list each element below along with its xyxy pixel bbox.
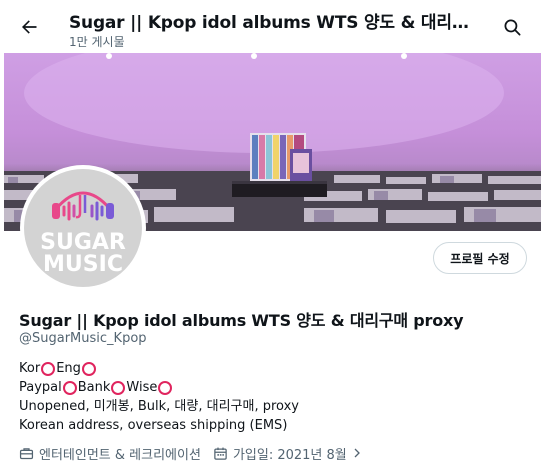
bio-text: Bank [77,380,111,395]
profile-header: Sugar || Kpop idol albums WTS 양도 & 대리구매 … [0,0,545,53]
joined-label: 가입일: 2021년 8월 [232,447,347,463]
bio-text: Wise [126,380,158,395]
circle-mark-icon [158,380,173,395]
bio-line-products: Unopened, 미개봉, Bulk, 대량, 대리구매, proxy [19,399,299,414]
avatar-image: SUGAR MUSIC [24,169,142,287]
profile-meta: 엔터테인먼트 & 레크리에이션 가입일: 2021년 8월 [19,443,380,463]
bio-line-shipping: Korean address, overseas shipping (EMS) [19,418,288,433]
profile-bio: Kor Eng Paypal Bank Wise Unopened, 미개봉, … [19,359,529,435]
briefcase-icon [19,447,34,459]
circle-mark-icon [81,361,96,376]
profile-name: Sugar || Kpop idol albums WTS 양도 & 대리구매 … [19,311,464,330]
post-count: 1만 게시물 [69,35,125,49]
edit-profile-button[interactable]: 프로필 수정 [433,242,527,274]
search-button[interactable] [497,12,527,42]
back-button[interactable] [14,12,44,42]
avatar-text-line2: MUSIC [43,252,123,277]
bio-line-languages: Kor Eng [19,359,529,378]
arrow-left-icon [22,20,37,34]
category-label: 엔터테인먼트 & 레크리에이션 [39,447,201,463]
bio-line-payment: Paypal Bank Wise [19,378,529,397]
bio-text: Eng [56,361,81,376]
joined-item[interactable]: 가입일: 2021년 8월 [213,444,368,463]
category-item: 엔터테인먼트 & 레크리에이션 [19,444,201,463]
page-title: Sugar || Kpop idol albums WTS 양도 & 대리구매 … [69,13,479,33]
calendar-icon [214,447,227,460]
profile-handle: @SugarMusic_Kpop [19,331,147,346]
chevron-right-icon [354,448,360,458]
sugar-music-logo: SUGAR MUSIC [40,191,126,277]
bio-text: Kor [19,361,41,376]
avatar[interactable]: SUGAR MUSIC [20,165,146,291]
circle-mark-icon [41,361,56,376]
circle-mark-icon [111,380,126,395]
search-icon [504,19,520,35]
bio-text: Paypal [19,380,62,395]
circle-mark-icon [62,380,77,395]
